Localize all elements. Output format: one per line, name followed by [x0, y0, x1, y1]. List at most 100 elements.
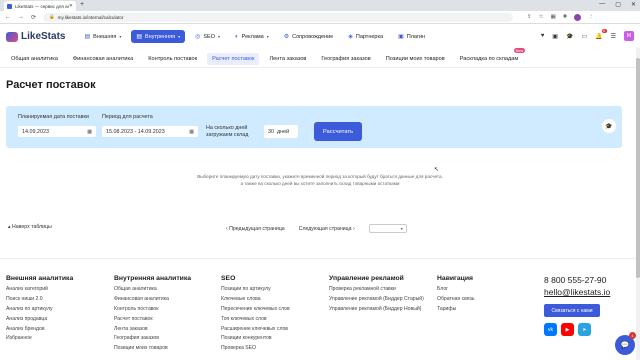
logo[interactable]: LikeStats: [6, 31, 65, 42]
bell-icon[interactable]: 🔔 6: [595, 28, 607, 40]
heart-icon[interactable]: ♥: [541, 33, 545, 39]
subnav-item-0[interactable]: Общая аналитика: [6, 53, 63, 65]
subnav-item-7[interactable]: Раскладка по складам New: [455, 48, 526, 65]
page-title: Расчет поставок: [6, 79, 96, 91]
pagination: ‹ Предыдущая страница Следующая страница…: [226, 224, 407, 233]
footer-link[interactable]: Блог: [437, 286, 541, 293]
footer-link[interactable]: Расширение ключевых слов: [221, 326, 325, 333]
logo-text: LikeStats: [21, 31, 66, 42]
youtube-icon[interactable]: ▶: [561, 323, 574, 336]
filter-panel: Планируемая дата поставки 14.09.2023 ▦ П…: [6, 106, 622, 148]
footer-link[interactable]: География заказов: [114, 335, 218, 342]
browser-tab[interactable]: LikeStats — сервис для аналити... ✕: [4, 1, 76, 11]
footer-link[interactable]: Общая аналитика: [114, 286, 218, 293]
subnav-item-6[interactable]: Позиции моих товаров: [381, 53, 450, 65]
close-window-button[interactable]: ✕: [631, 1, 636, 8]
footer-link[interactable]: Избранное: [6, 335, 110, 342]
subnav-item-5[interactable]: География заказов: [316, 53, 375, 65]
reload-button[interactable]: ⟳: [31, 14, 36, 21]
footer-link[interactable]: Финансовая аналитика: [114, 296, 218, 303]
telegram-icon[interactable]: ➤: [578, 323, 591, 336]
footer-link[interactable]: Управление рекламой (Биддер Старый): [329, 296, 429, 303]
menu-item-1[interactable]: ▤ Внутренняя ▾: [131, 30, 186, 43]
vk-icon[interactable]: vk: [544, 323, 557, 336]
browser-tab-bar: LikeStats — сервис для аналити... ✕ + — …: [0, 0, 640, 11]
menu-item-3[interactable]: ◐ Реклама ▾: [230, 31, 274, 43]
chevron-down-icon: ▾: [400, 226, 403, 231]
menu-item-0[interactable]: ▤ Внешняя ▾: [79, 30, 126, 43]
extension-icon[interactable]: ▦: [551, 14, 556, 21]
footer-link[interactable]: Позиции конкурентов: [221, 335, 325, 342]
footer-column-3: Управление рекламой Проверка рекламной ст…: [329, 275, 429, 316]
footer-link[interactable]: Поиск ниши 2.0: [6, 296, 110, 303]
footer-link[interactable]: Контроль поставок: [114, 306, 218, 313]
subnav-item-4[interactable]: Лента заказов: [264, 53, 311, 65]
back-button[interactable]: ←: [5, 14, 11, 20]
calculate-button[interactable]: Рассчитать: [314, 122, 362, 141]
footer-link[interactable]: Расчет поставок: [114, 316, 218, 323]
footer-link[interactable]: Пересечение ключевых слов: [221, 306, 325, 313]
plugin-icon: ▣: [398, 34, 404, 40]
page-size-select[interactable]: ▾: [368, 224, 407, 233]
profile-avatar[interactable]: [574, 13, 582, 21]
maximize-button[interactable]: ▢: [615, 1, 621, 8]
menu-item-6[interactable]: ▣ Плагин: [393, 30, 430, 43]
wallet-icon[interactable]: ▭: [581, 33, 587, 40]
menu-item-2[interactable]: ◎ SEO ▾: [190, 30, 225, 43]
subnav-item-1[interactable]: Финансовая аналитика: [68, 53, 138, 65]
footer-link[interactable]: Обратная связь: [437, 296, 541, 303]
footer-link[interactable]: Анализ по артикулу: [6, 306, 110, 313]
menu-item-5[interactable]: ◈ Партнерка: [343, 30, 388, 43]
delivery-date-label: Планируемая дата поставки: [18, 114, 89, 120]
menu-item-4[interactable]: ⚙ Сопровождение: [279, 30, 339, 43]
footer-link[interactable]: Тарифы: [437, 306, 541, 313]
contact-us-button[interactable]: Связаться с нами: [544, 304, 600, 317]
minimize-button[interactable]: —: [599, 1, 605, 8]
briefcase-icon[interactable]: ▣: [552, 33, 558, 40]
info-line-1: Выберите планируемую дату поставки, укаж…: [197, 174, 443, 179]
browser-menu-icon[interactable]: ⋮: [588, 14, 594, 21]
footer-link[interactable]: Позиции моих товаров: [114, 345, 218, 352]
scrollbar[interactable]: [636, 48, 640, 360]
user-avatar[interactable]: M: [624, 31, 634, 41]
delivery-date-field[interactable]: 14.09.2023 ▦: [18, 126, 96, 137]
footer-link[interactable]: Управление рекламой (Биддер Новый): [329, 306, 429, 313]
calendar-icon: ▦: [87, 128, 92, 135]
footer-link[interactable]: Анализ брендов: [6, 326, 110, 333]
logo-mark-icon: [6, 31, 18, 42]
graduation-cap-icon[interactable]: 🎓: [566, 33, 573, 40]
subnav-item-2[interactable]: Контроль поставок: [143, 53, 202, 65]
next-page-button[interactable]: Следующая страница ›: [299, 226, 355, 232]
days-field[interactable]: 30 дней: [264, 125, 298, 138]
footer-link[interactable]: Лента заказов: [114, 326, 218, 333]
footer-link[interactable]: Позиции по артикулу: [221, 286, 325, 293]
forward-button[interactable]: →: [18, 14, 24, 20]
tab-title: LikeStats — сервис для аналити...: [15, 3, 69, 9]
footer-link[interactable]: Ключевые слова: [221, 296, 325, 303]
graduation-cap-icon[interactable]: 🎓: [602, 119, 616, 133]
footer-link[interactable]: Анализ категорий: [6, 286, 110, 293]
bookmark-icon[interactable]: ☆: [539, 14, 544, 21]
puzzle-icon[interactable]: ✚: [563, 14, 568, 21]
footer-link[interactable]: Проверка рекламной ставки: [329, 286, 429, 293]
period-field[interactable]: 15.08.2023 - 14.09.2023 ▦: [102, 126, 198, 137]
url-field[interactable]: 🔒 my.likestats.io/internal/calculator: [43, 12, 514, 22]
chart-icon: ▤: [136, 34, 142, 40]
prev-page-button[interactable]: ‹ Предыдущая страница: [226, 226, 285, 232]
table-top-link[interactable]: ▴ Наверх таблицы: [8, 224, 52, 230]
footer-link[interactable]: Проверка SEO: [221, 345, 325, 352]
footer-contacts: 8 800 555-27-90 hello@likestats.io Связа…: [544, 275, 610, 336]
hamburger-menu-icon[interactable]: ☰: [611, 33, 616, 40]
menu-item-label: Сопровождение: [292, 33, 334, 40]
footer-link[interactable]: Анализ продавца: [6, 316, 110, 323]
close-tab-icon[interactable]: ✕: [69, 3, 73, 9]
menu-item-label: Внутренняя: [145, 33, 176, 40]
scrollbar-thumb[interactable]: [636, 58, 640, 278]
new-tab-button[interactable]: +: [80, 1, 84, 8]
sub-navigation: Общая аналитика Финансовая аналитика Контр…: [0, 48, 640, 68]
email-link[interactable]: hello@likestats.io: [544, 287, 610, 297]
subnav-item-3[interactable]: Расчет поставок: [207, 53, 260, 65]
share-icon[interactable]: ⇪: [527, 14, 532, 21]
phone-number[interactable]: 8 800 555-27-90: [544, 275, 610, 285]
footer-link[interactable]: Топ ключевых слов: [221, 316, 325, 323]
